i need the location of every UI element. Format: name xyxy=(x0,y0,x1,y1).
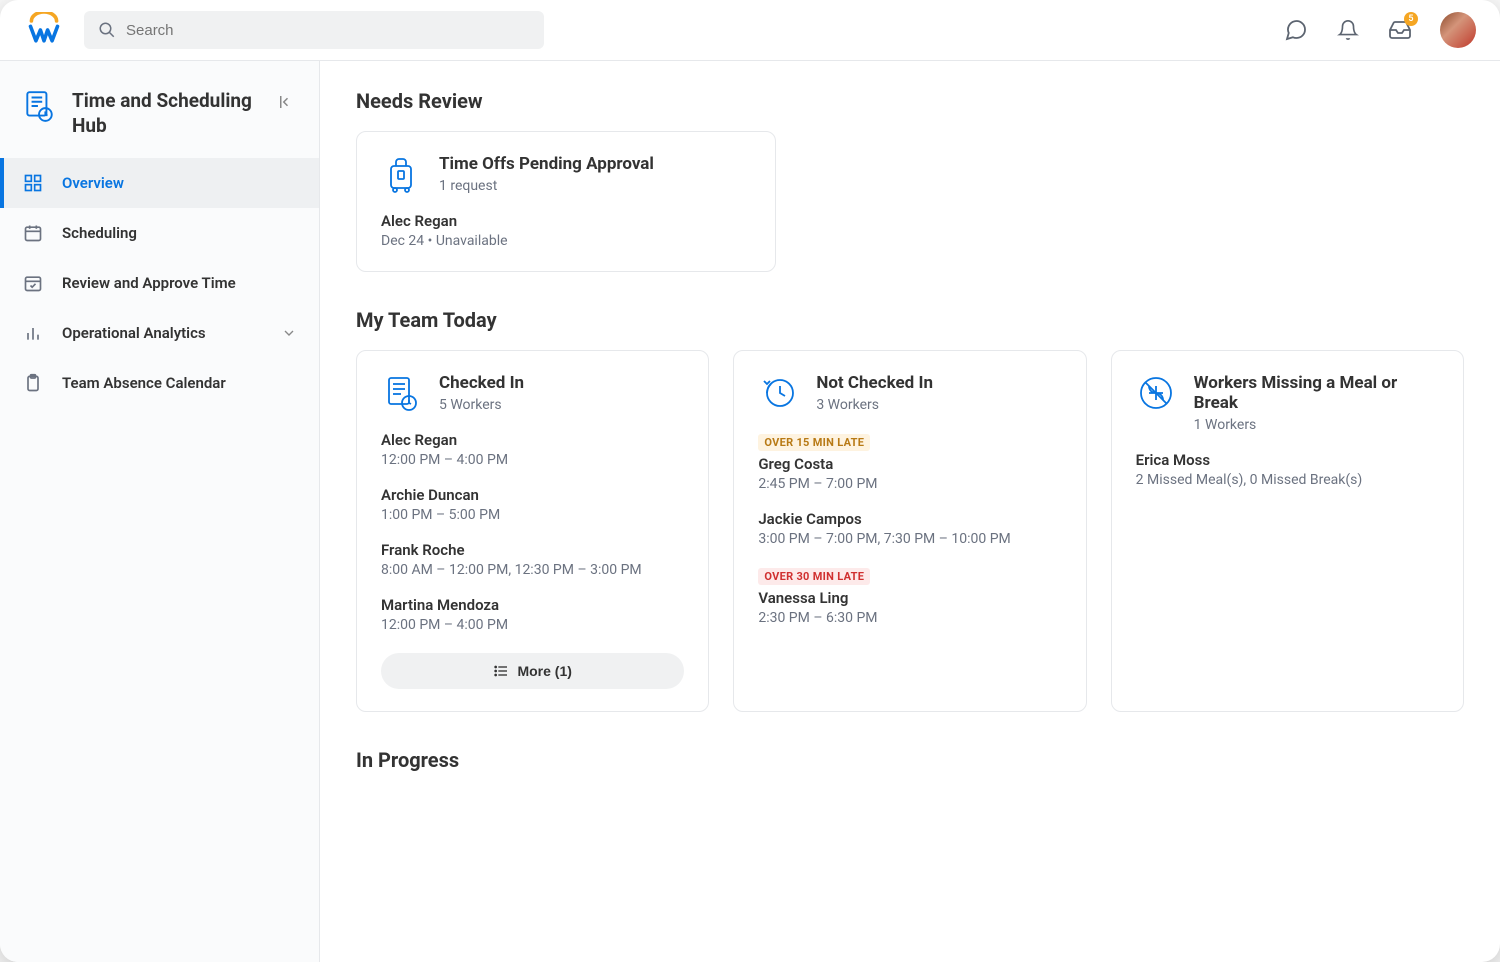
more-button[interactable]: More (1) xyxy=(381,653,684,689)
inbox-icon[interactable]: 5 xyxy=(1388,18,1412,42)
card-subtitle: 5 Workers xyxy=(439,397,524,413)
list-icon xyxy=(493,663,509,679)
not-checked-in-card[interactable]: Not Checked In 3 Workers OVER 15 MIN LAT… xyxy=(733,350,1086,712)
worker-name: Archie Duncan xyxy=(381,486,684,504)
card-subtitle: 1 Workers xyxy=(1194,417,1439,433)
nav-label: Team Absence Calendar xyxy=(62,374,226,392)
entry-detail: Dec 24 • Unavailable xyxy=(381,233,751,249)
worker-entry: Martina Mendoza 12:00 PM – 4:00 PM xyxy=(381,596,684,633)
worker-name: Erica Moss xyxy=(1136,451,1439,469)
worker-entry: Archie Duncan 1:00 PM – 5:00 PM xyxy=(381,486,684,523)
worker-entry: OVER 30 MIN LATE Vanessa Ling 2:30 PM – … xyxy=(758,565,1061,626)
needs-review-heading: Needs Review xyxy=(356,89,1464,113)
missing-break-card[interactable]: Workers Missing a Meal or Break 1 Worker… xyxy=(1111,350,1464,712)
search-box[interactable] xyxy=(84,11,544,49)
worker-entry: Alec Regan 12:00 PM – 4:00 PM xyxy=(381,431,684,468)
calendar-icon xyxy=(22,222,44,244)
nav-label: Scheduling xyxy=(62,224,137,242)
clipboard-icon xyxy=(22,372,44,394)
search-input[interactable] xyxy=(126,22,530,39)
worker-entry: Jackie Campos 3:00 PM – 7:00 PM, 7:30 PM… xyxy=(758,510,1061,547)
more-label: More (1) xyxy=(517,663,571,679)
worker-time: 2:30 PM – 6:30 PM xyxy=(758,610,1061,626)
nav-overview[interactable]: Overview xyxy=(0,158,319,208)
topbar-actions: 5 xyxy=(1284,12,1476,48)
card-title: Not Checked In xyxy=(816,373,933,393)
main-content: Needs Review Time Offs Pending Approval … xyxy=(320,61,1500,962)
sidebar-header: Time and Scheduling Hub xyxy=(0,75,319,158)
worker-entry: Erica Moss 2 Missed Meal(s), 0 Missed Br… xyxy=(1136,451,1439,488)
entry-name: Alec Regan xyxy=(381,212,751,230)
sidebar-nav: Overview Scheduling Review and Approve T… xyxy=(0,158,319,408)
chat-icon[interactable] xyxy=(1284,18,1308,42)
calendar-check-icon xyxy=(22,272,44,294)
luggage-icon xyxy=(381,154,421,194)
topbar: 5 xyxy=(0,0,1500,61)
clock-reverse-icon xyxy=(758,373,798,413)
nav-label: Overview xyxy=(62,174,124,192)
worker-name: Greg Costa xyxy=(758,455,1061,473)
late-badge: OVER 30 MIN LATE xyxy=(758,568,870,585)
workday-logo[interactable] xyxy=(24,10,64,50)
worker-time: 3:00 PM – 7:00 PM, 7:30 PM – 10:00 PM xyxy=(758,531,1061,547)
time-offs-pending-card[interactable]: Time Offs Pending Approval 1 request Ale… xyxy=(356,131,776,272)
worker-name: Martina Mendoza xyxy=(381,596,684,614)
app-window: 5 Time and Scheduling Hub xyxy=(0,0,1500,962)
user-avatar[interactable] xyxy=(1440,12,1476,48)
team-grid: Checked In 5 Workers Alec Regan 12:00 PM… xyxy=(356,350,1464,712)
nav-label: Review and Approve Time xyxy=(62,274,236,292)
sidebar: Time and Scheduling Hub Overview Schedul xyxy=(0,61,320,962)
review-entry: Alec Regan Dec 24 • Unavailable xyxy=(381,212,751,249)
search-icon xyxy=(98,21,116,39)
worker-time: 8:00 AM – 12:00 PM, 12:30 PM – 3:00 PM xyxy=(381,562,684,578)
card-subtitle: 1 request xyxy=(439,178,654,194)
nav-label: Operational Analytics xyxy=(62,324,206,342)
worker-time: 2:45 PM – 7:00 PM xyxy=(758,476,1061,492)
sidebar-title: Time and Scheduling Hub xyxy=(72,89,261,138)
inbox-badge: 5 xyxy=(1404,12,1418,26)
worker-name: Jackie Campos xyxy=(758,510,1061,528)
chevron-down-icon xyxy=(281,325,297,341)
nav-team-absence[interactable]: Team Absence Calendar xyxy=(0,358,319,408)
worker-entry: Frank Roche 8:00 AM – 12:00 PM, 12:30 PM… xyxy=(381,541,684,578)
card-title: Time Offs Pending Approval xyxy=(439,154,654,174)
card-title: Workers Missing a Meal or Break xyxy=(1194,373,1439,413)
document-clock-icon xyxy=(381,373,421,413)
late-badge: OVER 15 MIN LATE xyxy=(758,434,870,451)
nav-scheduling[interactable]: Scheduling xyxy=(0,208,319,258)
worker-time: 12:00 PM – 4:00 PM xyxy=(381,617,684,633)
in-progress-heading: In Progress xyxy=(356,748,1464,772)
worker-time: 12:00 PM – 4:00 PM xyxy=(381,452,684,468)
worker-name: Vanessa Ling xyxy=(758,589,1061,607)
worker-detail: 2 Missed Meal(s), 0 Missed Break(s) xyxy=(1136,472,1439,488)
no-meal-icon xyxy=(1136,373,1176,413)
overview-icon xyxy=(22,172,44,194)
worker-name: Alec Regan xyxy=(381,431,684,449)
notifications-icon[interactable] xyxy=(1336,18,1360,42)
card-title: Checked In xyxy=(439,373,524,393)
card-subtitle: 3 Workers xyxy=(816,397,933,413)
nav-review-approve[interactable]: Review and Approve Time xyxy=(0,258,319,308)
analytics-icon xyxy=(22,322,44,344)
worker-name: Frank Roche xyxy=(381,541,684,559)
checked-in-card[interactable]: Checked In 5 Workers Alec Regan 12:00 PM… xyxy=(356,350,709,712)
hub-icon xyxy=(22,89,56,123)
collapse-sidebar-icon[interactable] xyxy=(277,93,297,111)
team-today-heading: My Team Today xyxy=(356,308,1464,332)
worker-time: 1:00 PM – 5:00 PM xyxy=(381,507,684,523)
worker-entry: OVER 15 MIN LATE Greg Costa 2:45 PM – 7:… xyxy=(758,431,1061,492)
nav-analytics[interactable]: Operational Analytics xyxy=(0,308,319,358)
